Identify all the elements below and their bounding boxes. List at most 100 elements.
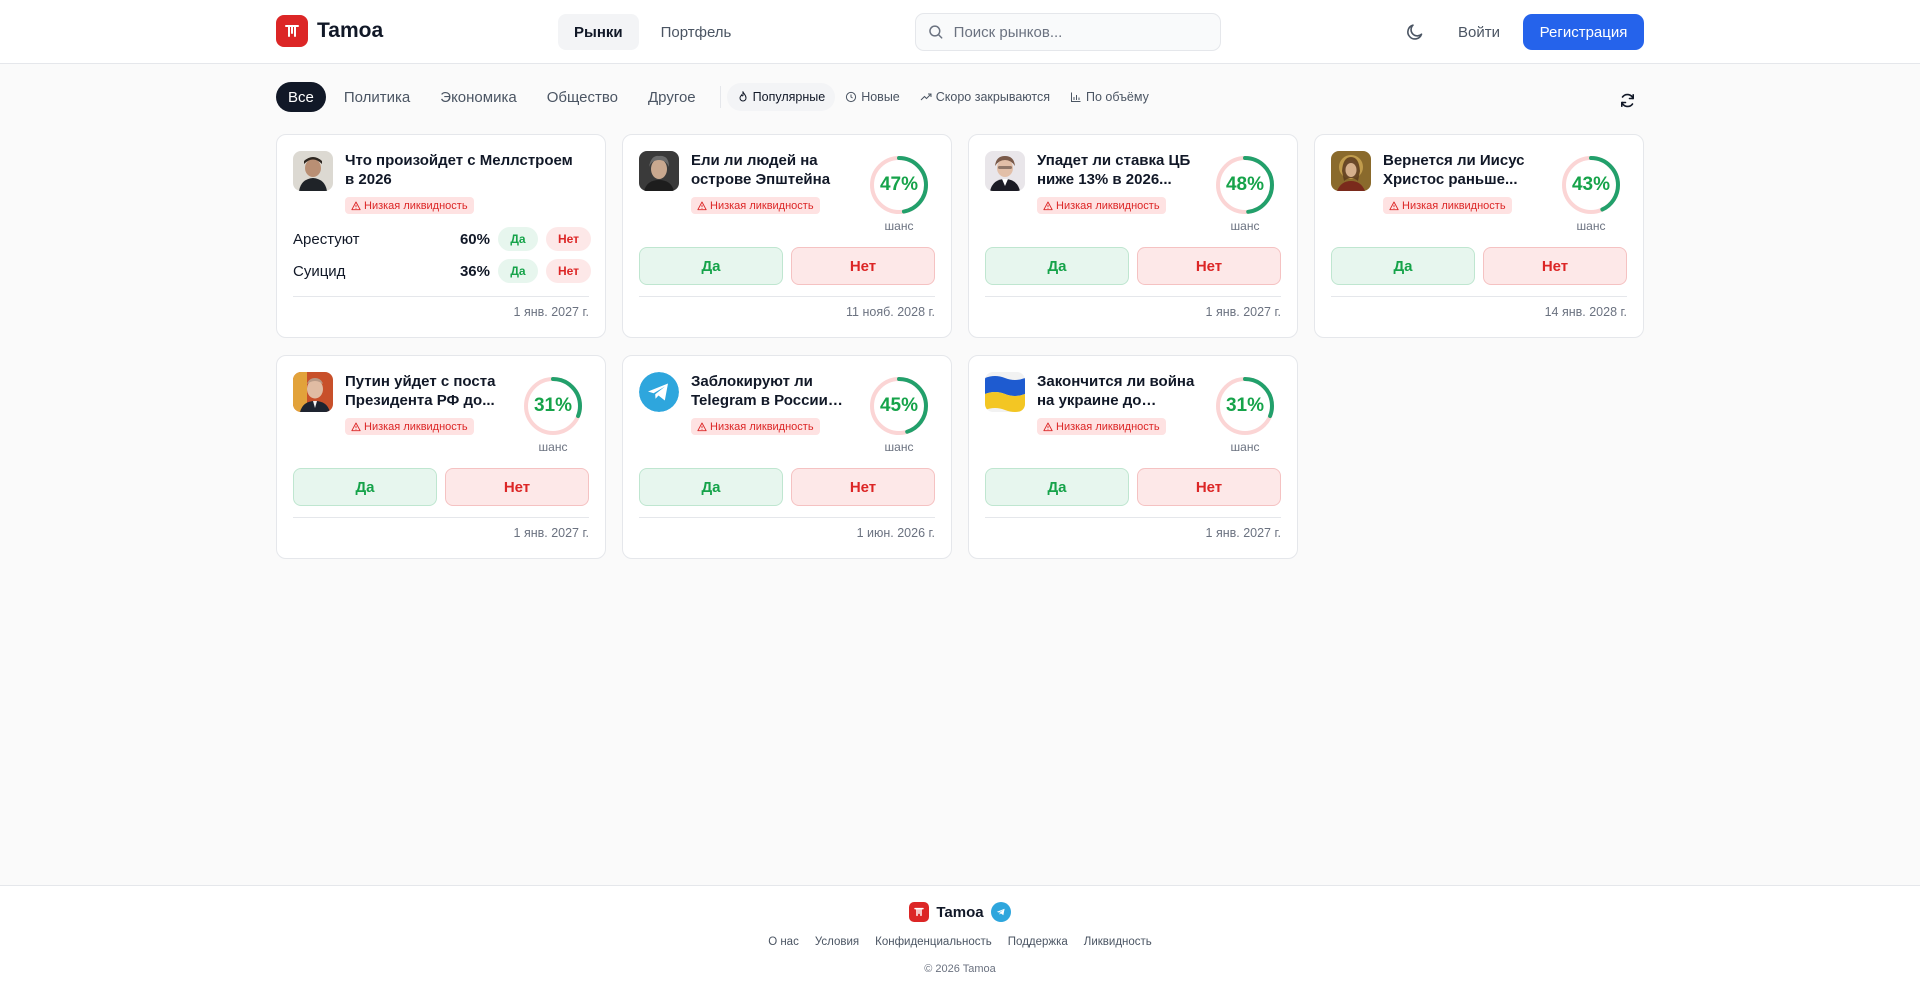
search-icon [929,25,943,39]
chance-percent: 47% [879,174,919,195]
market-thumbnail [293,372,333,412]
sort-new[interactable]: Новые [835,83,910,111]
sort-closing-soon[interactable]: Скоро закрываются [910,83,1060,111]
category-politics[interactable]: Политика [332,82,422,112]
register-button[interactable]: Регистрация [1523,14,1644,50]
buy-no-button[interactable]: Нет [1137,468,1281,506]
chance-percent: 45% [879,395,919,416]
chance-label: шанс [1230,219,1260,233]
trending-icon [920,93,932,101]
card-divider [1331,296,1627,297]
outcome-row: Арестуют 60% Да Нет [293,227,591,251]
outcome-row: Суицид 36% Да Нет [293,259,591,283]
refresh-icon [1620,93,1634,107]
liquidity-label: Низкая ликвидность [1056,199,1160,212]
outcome-percent: 36% [459,262,490,280]
category-all[interactable]: Все [276,82,326,112]
search-box[interactable] [915,13,1221,51]
login-button[interactable]: Войти [1446,14,1512,50]
market-title[interactable]: Путин уйдет с поста Президента РФ до... [345,372,507,410]
buy-yes-button[interactable]: Да [1331,247,1475,285]
clock-icon [846,91,857,103]
filter-divider [719,86,721,108]
low-liquidity-badge: Низкая ликвидность [1037,197,1166,214]
bar-chart-icon [1070,92,1081,102]
liquidity-label: Низкая ликвидность [364,199,468,212]
market-end-date: 1 янв. 2027 г. [1205,526,1281,540]
market-card[interactable]: Ели ли людей на острове Эпштейна Низкая … [622,134,952,338]
buy-no-button[interactable]: Нет [791,468,935,506]
theme-toggle-button[interactable] [1401,18,1429,46]
telegram-icon[interactable] [990,902,1011,922]
sort-volume[interactable]: По объёму [1060,83,1159,111]
market-card[interactable]: Закончится ли война на украине до конца.… [968,355,1298,559]
footer-link-privacy[interactable]: Конфиденциальность [875,936,992,948]
card-divider [639,296,935,297]
flame-icon [739,91,747,102]
chance-percent: 31% [1225,395,1265,416]
chance-label: шанс [1576,219,1606,233]
outcome-yes-button[interactable]: Да [498,227,538,251]
warning-icon [1389,201,1399,211]
liquidity-label: Низкая ликвидность [1056,420,1160,433]
liquidity-label: Низкая ликвидность [1402,199,1506,212]
warning-icon [697,422,707,432]
sort-volume-label: По объёму [1085,90,1149,104]
brand-logo[interactable]: Tamoa [276,15,383,47]
buy-yes-button[interactable]: Да [639,247,783,285]
warning-icon [1043,201,1053,211]
buy-no-button[interactable]: Нет [1483,247,1627,285]
low-liquidity-badge: Низкая ликвидность [691,197,820,214]
market-title[interactable]: Что произойдет с Меллстроем в 2026 [345,151,585,189]
market-title[interactable]: Вернется ли Иисус Христос раньше... [1383,151,1545,189]
footer-link-support[interactable]: Поддержка [1008,936,1068,948]
market-end-date: 1 июн. 2026 г. [856,526,935,540]
market-thumbnail [639,151,679,191]
market-title[interactable]: Упадет ли ставка ЦБ ниже 13% в 2026... [1037,151,1199,189]
footer-link-liquidity[interactable]: Ликвидность [1084,936,1152,948]
buy-yes-button[interactable]: Да [293,468,437,506]
sort-popular[interactable]: Популярные [726,83,836,111]
buy-no-button[interactable]: Нет [445,468,589,506]
outcome-yes-button[interactable]: Да [498,259,538,283]
footer-link-terms[interactable]: Условия [815,936,859,948]
market-card[interactable]: Путин уйдет с поста Президента РФ до... … [276,355,606,559]
sort-new-label: Новые [861,90,900,104]
buy-no-button[interactable]: Нет [791,247,935,285]
market-card[interactable]: Что произойдет с Меллстроем в 2026 Низка… [276,134,606,338]
refresh-button[interactable] [1615,88,1639,112]
footer-links: О нас Условия Конфиденциальность Поддерж… [0,936,1920,948]
low-liquidity-badge: Низкая ликвидность [345,418,474,435]
market-card[interactable]: Заблокируют ли Telegram в России д... Ни… [622,355,952,559]
buy-yes-button[interactable]: Да [639,468,783,506]
footer-link-about[interactable]: О нас [768,936,799,948]
category-society[interactable]: Общество [535,82,630,112]
moon-icon [1407,24,1423,40]
liquidity-label: Низкая ликвидность [710,420,814,433]
outcome-percent: 60% [459,230,490,248]
market-title[interactable]: Закончится ли война на украине до конца.… [1037,372,1199,410]
outcome-name: Суицид [293,262,346,280]
market-card[interactable]: Вернется ли Иисус Христос раньше... Низк… [1314,134,1644,338]
footer-brand-name: Tamoa [936,903,984,921]
buy-yes-button[interactable]: Да [985,247,1129,285]
category-other[interactable]: Другое [636,82,708,112]
category-economy[interactable]: Экономика [428,82,528,112]
outcome-no-button[interactable]: Нет [546,259,591,283]
market-card[interactable]: Упадет ли ставка ЦБ ниже 13% в 2026... Н… [968,134,1298,338]
liquidity-label: Низкая ликвидность [710,199,814,212]
market-title[interactable]: Ели ли людей на острове Эпштейна [691,151,853,189]
card-divider [293,296,589,297]
outcome-no-button[interactable]: Нет [546,227,591,251]
buy-yes-button[interactable]: Да [985,468,1129,506]
page-footer: Tamoa О нас Условия Конфиденциальность П… [0,885,1920,993]
search-input[interactable] [953,23,1208,41]
nav-markets[interactable]: Рынки [558,14,639,50]
nav-portfolio[interactable]: Портфель [645,14,748,50]
telegram-logo-icon [639,372,679,412]
card-divider [985,296,1281,297]
low-liquidity-badge: Низкая ликвидность [1383,197,1512,214]
buy-no-button[interactable]: Нет [1137,247,1281,285]
chance-label: шанс [884,440,914,454]
market-title[interactable]: Заблокируют ли Telegram в России д... [691,372,853,410]
